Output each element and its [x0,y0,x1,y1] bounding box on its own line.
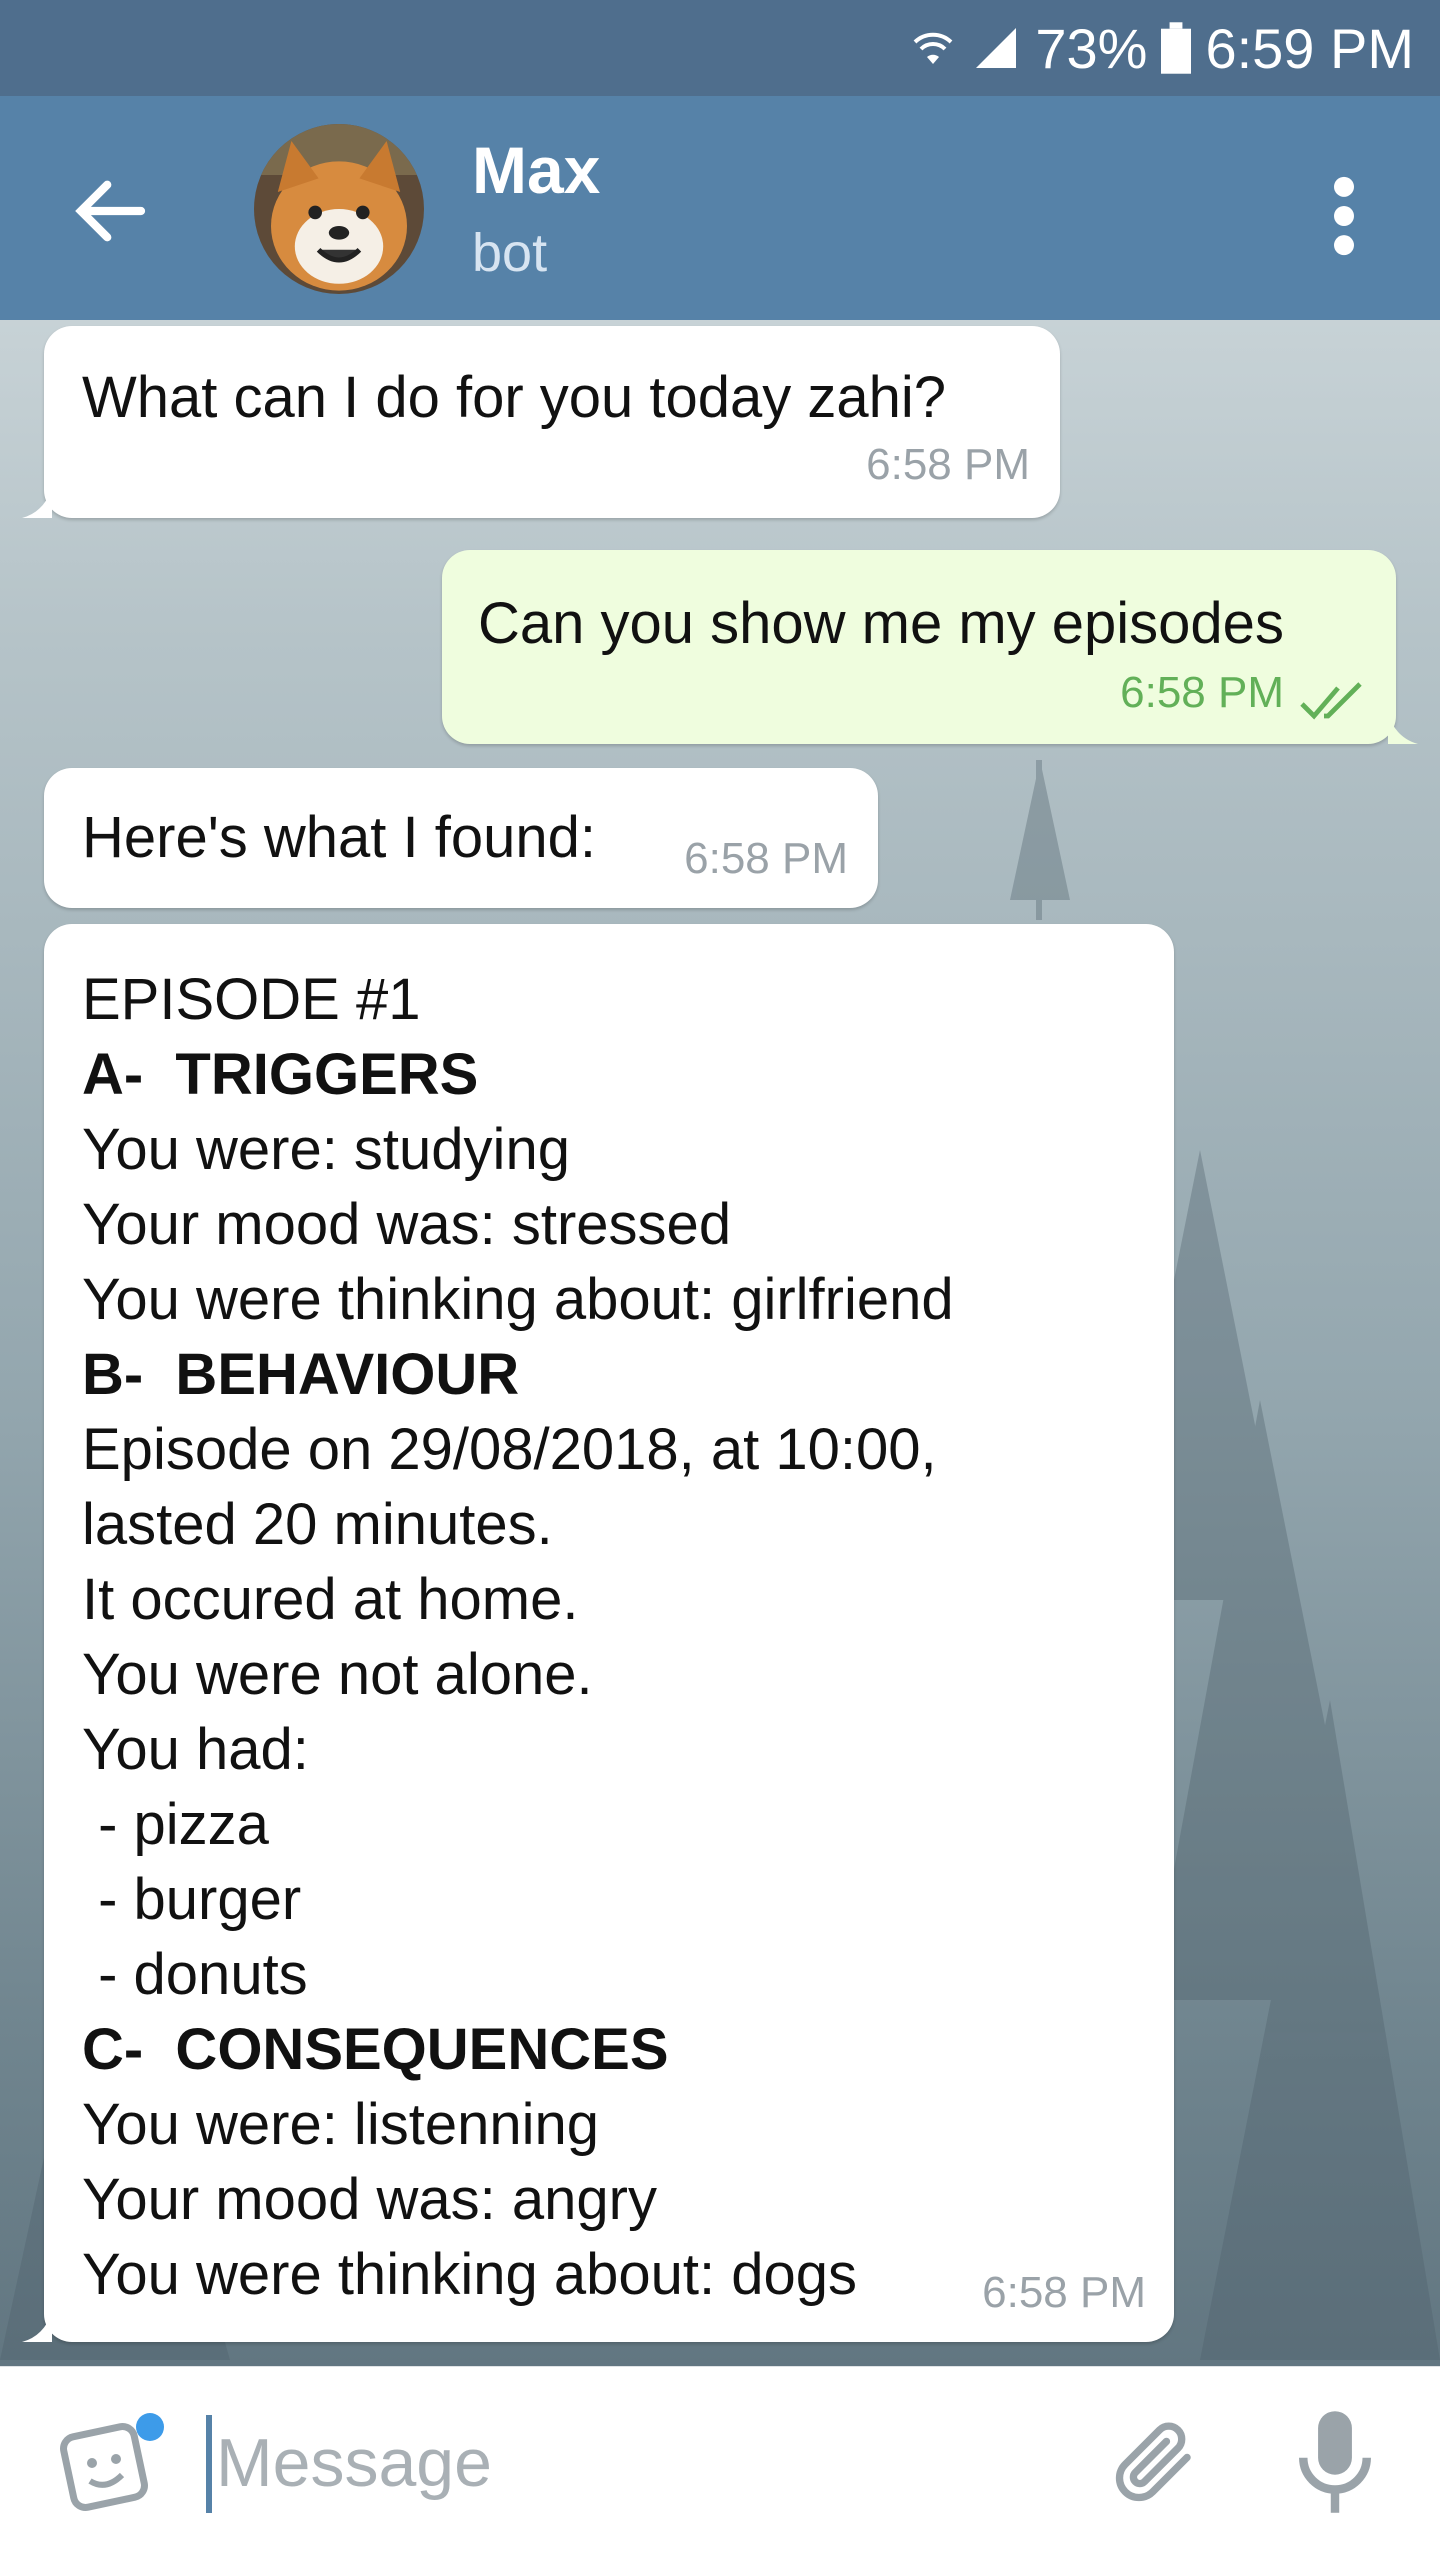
microphone-button[interactable] [1290,2407,1380,2517]
status-bar: 73% 6:59 PM [0,0,1440,96]
episode-line: It occured at home. [82,1567,579,1632]
microphone-icon [1299,2411,1371,2513]
double-check-icon [1300,682,1362,720]
episode-line: You were thinking about: dogs [82,2242,857,2307]
back-arrow-icon [75,180,146,242]
incoming-message[interactable]: Here's what I found: 6:58 PM [44,768,878,908]
status-time: 6:59 PM [1205,16,1414,80]
episode-line: You were: listenning [82,2092,599,2157]
battery-percent: 73% [1035,16,1148,80]
episode-line: Episode on 29/08/2018, at 10:00, [82,1417,937,1482]
wifi-icon [909,24,957,72]
episode-message[interactable]: EPISODE #1 A- TRIGGERS You were: studying Y… [22,924,1174,2342]
chat-header: Max bot [0,96,1440,320]
episode-line: You had: [82,1717,309,1782]
outgoing-message[interactable]: Can you show me my episodes 6:58 PM [442,550,1418,744]
bubble-tail [22,488,52,518]
episode-line: Your mood was: stressed [82,1192,732,1257]
message-time: 6:58 PM [866,440,1030,489]
episode-text: EPISODE #1 A- TRIGGERS You were: studying Y… [82,962,954,2312]
episode-line: You were not alone. [82,1642,593,1707]
episode-section-heading: A- TRIGGERS [82,1042,479,1107]
message-composer [0,2366,1440,2561]
sticker-button[interactable] [56,2407,176,2517]
episode-line: - donuts [82,1942,308,2007]
message-time: 6:58 PM [684,834,848,883]
incoming-message[interactable]: What can I do for you today zahi? 6:58 P… [22,326,1060,518]
attach-button[interactable] [1100,2407,1210,2517]
message-text: Can you show me my episodes [478,591,1284,656]
episode-line: Your mood was: angry [82,2167,657,2232]
message-time: 6:58 PM [982,2268,1146,2317]
bubble-tail [22,2312,52,2342]
battery-icon [1161,22,1192,74]
attach-icon [1115,2422,1191,2502]
bubble-tail [1388,714,1418,744]
message-text: Here's what I found: [82,805,597,870]
message-text: What can I do for you today zahi? [82,365,947,430]
sticker-icon [60,2413,164,2511]
message-input[interactable] [214,2407,1038,2519]
episode-line: - burger [82,1867,302,1932]
more-vertical-icon [1334,176,1354,256]
message-time: 6:58 PM [1120,668,1284,717]
episode-section-heading: C- CONSEQUENCES [82,2017,669,2082]
back-button[interactable] [66,166,156,256]
chat-title[interactable]: Max [472,132,600,208]
episode-line: EPISODE #1 [82,967,421,1032]
episode-section-heading: B- BEHAVIOUR [82,1342,520,1407]
episode-line: You were thinking about: girlfriend [82,1267,954,1332]
episode-line: You were: studying [82,1117,570,1182]
avatar[interactable] [254,124,424,294]
chat-subtitle: bot [472,223,548,283]
more-options-button[interactable] [1318,166,1370,266]
episode-line: lasted 20 minutes. [82,1492,553,1557]
episode-line: - pizza [82,1792,269,1857]
signal-icon [971,24,1021,72]
text-cursor [206,2415,212,2513]
